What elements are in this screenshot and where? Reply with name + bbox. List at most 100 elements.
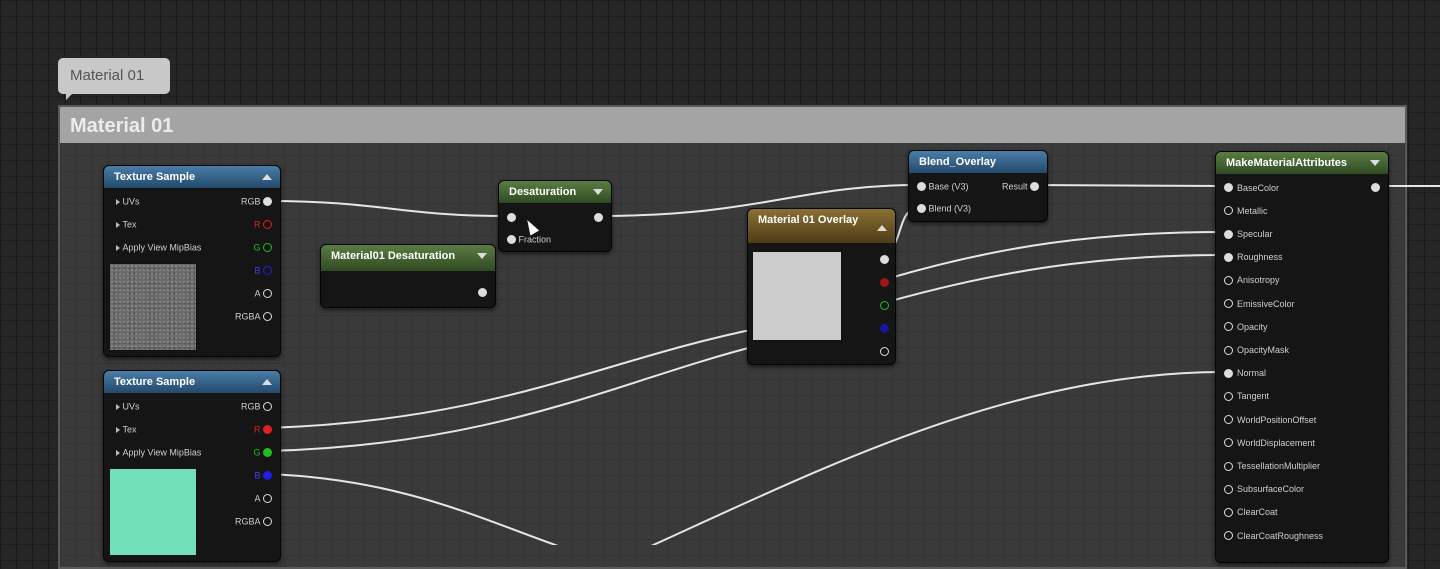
collapse-arrow-icon[interactable] [262, 379, 272, 385]
node-title: Texture Sample [114, 171, 196, 183]
pin-label: WorldPositionOffset [1237, 414, 1317, 425]
output-pin-g[interactable] [880, 298, 889, 312]
tooltip-text: Material 01 [70, 67, 145, 84]
blend-overlay-node[interactable]: Blend_Overlay Base (V3) Blend (V3) Resul… [908, 150, 1048, 222]
pin-label: Roughness [1237, 252, 1283, 263]
input-pin-blend[interactable]: Blend (V3) [917, 201, 971, 215]
collapse-arrow-icon[interactable] [1370, 160, 1380, 166]
input-pin-mma[interactable]: WorldPositionOffset [1224, 412, 1316, 426]
input-pin-mma[interactable]: Metallic [1224, 203, 1268, 217]
input-pin-mma[interactable]: SubsurfaceColor [1224, 482, 1304, 496]
collapse-arrow-icon[interactable] [877, 225, 887, 231]
pin-dot-icon [594, 213, 603, 223]
comment-title[interactable]: Material 01 [60, 107, 1405, 143]
output-pin-a[interactable]: A [254, 286, 272, 300]
node-header[interactable]: Material 01 Overlay [748, 209, 895, 243]
input-pin-mma[interactable]: ClearCoatRoughness [1224, 528, 1323, 542]
input-pin-mipbias[interactable]: Apply View MipBias [114, 445, 201, 459]
material01-overlay-node[interactable]: Material 01 Overlay [747, 208, 896, 365]
output-pin-r[interactable]: R [254, 422, 272, 436]
node-header[interactable]: Texture Sample [104, 371, 280, 393]
input-pin-uvs[interactable]: UVs [114, 194, 140, 208]
input-pin-mma[interactable]: ClearCoat [1224, 505, 1278, 519]
output-pin-rgb[interactable]: RGB [241, 194, 272, 208]
pin-dot-icon [263, 289, 272, 299]
input-pin-mma[interactable]: Opacity [1224, 319, 1268, 333]
output-pin-b[interactable] [880, 321, 889, 335]
input-pin-mipbias[interactable]: Apply View MipBias [114, 240, 201, 254]
pin-label: Anisotropy [1237, 275, 1280, 286]
node-header[interactable]: Desaturation [499, 181, 611, 203]
texture-preview [109, 468, 197, 556]
pin-dot-icon [263, 517, 272, 527]
pin-label: SubsurfaceColor [1237, 484, 1305, 495]
pin-dot-icon [917, 204, 926, 214]
pin-dot-icon [263, 312, 272, 322]
pin-label: ClearCoatRoughness [1237, 530, 1324, 541]
input-pin-uvs[interactable]: UVs [114, 399, 140, 413]
material01-desaturation-node[interactable]: Material01 Desaturation [320, 244, 496, 308]
output-pin-a[interactable] [880, 344, 889, 358]
collapse-arrow-icon[interactable] [262, 174, 272, 180]
input-pin-mma[interactable]: Specular [1224, 226, 1273, 240]
output-pin-g[interactable]: G [253, 240, 272, 254]
node-header[interactable]: Blend_Overlay [909, 151, 1047, 173]
collapse-arrow-icon[interactable] [593, 189, 603, 195]
make-material-attributes-node[interactable]: MakeMaterialAttributes BaseColor Metallic… [1215, 151, 1389, 563]
texture-sample-node-2[interactable]: Texture Sample UVs Tex Apply View MipBia… [103, 370, 281, 562]
input-pin-mma[interactable]: WorldDisplacement [1224, 435, 1315, 449]
output-pin-result[interactable]: Result [1002, 179, 1039, 193]
pin-dot-icon [1224, 252, 1233, 262]
input-pin-mma[interactable]: OpacityMask [1224, 342, 1289, 356]
output-pin[interactable] [1371, 180, 1380, 194]
output-pin-r[interactable] [880, 275, 889, 289]
input-pin-mma[interactable]: Anisotropy [1224, 273, 1280, 287]
node-header[interactable]: Texture Sample [104, 166, 280, 188]
overlay-preview [752, 251, 842, 341]
output-pin-b[interactable]: B [254, 263, 272, 277]
input-pin-tex[interactable]: Tex [114, 422, 137, 436]
pin-dot-icon [880, 278, 889, 288]
pin-label: BaseColor [1237, 182, 1280, 193]
node-header[interactable]: MakeMaterialAttributes [1216, 152, 1388, 174]
pin-dot-icon [507, 213, 516, 223]
pin-dot-icon [880, 301, 889, 311]
output-pin[interactable] [478, 285, 487, 299]
input-pin-tex[interactable]: Tex [114, 217, 137, 231]
input-pin-mma[interactable]: BaseColor [1224, 180, 1279, 194]
output-pin-b[interactable]: B [254, 468, 272, 482]
output-pin-g[interactable]: G [253, 445, 272, 459]
pin-arrow-icon [116, 244, 120, 251]
output-pin-rgba[interactable]: RGBA [235, 514, 272, 528]
node-title: Material01 Desaturation [331, 250, 456, 262]
desaturation-node[interactable]: Desaturation Fraction [498, 180, 612, 252]
pin-arrow-icon [116, 426, 120, 433]
node-header[interactable]: Material01 Desaturation [321, 245, 495, 271]
output-pin-rgb[interactable]: RGB [241, 399, 272, 413]
input-pin-mma[interactable]: Tangent [1224, 389, 1269, 403]
pin-label: B [254, 470, 261, 481]
pin-label: EmissiveColor [1237, 298, 1295, 309]
node-title: Desaturation [509, 186, 577, 198]
output-pin-rgba[interactable]: RGBA [235, 309, 272, 323]
collapse-arrow-icon[interactable] [477, 253, 487, 259]
pin-label: Normal [1237, 368, 1267, 379]
texture-preview [109, 263, 197, 351]
pin-dot-icon [1224, 438, 1233, 448]
pin-label: Base (V3) [928, 181, 969, 192]
output-pin-rgb[interactable] [880, 252, 889, 266]
pin-dot-icon [1224, 391, 1233, 401]
pin-label: Metallic [1237, 205, 1268, 216]
input-pin-mma[interactable]: EmissiveColor [1224, 296, 1295, 310]
input-pin-mma[interactable]: TessellationMultiplier [1224, 458, 1320, 472]
input-pin-value[interactable] [507, 210, 516, 224]
pin-label: R [253, 424, 261, 435]
input-pin-base[interactable]: Base (V3) [917, 179, 969, 193]
output-pin[interactable] [594, 210, 603, 224]
output-pin-r[interactable]: R [254, 217, 272, 231]
output-pin-a[interactable]: A [254, 491, 272, 505]
pin-arrow-icon [116, 198, 120, 205]
texture-sample-node-1[interactable]: Texture Sample UVs Tex Apply View MipBia… [103, 165, 281, 357]
input-pin-mma[interactable]: Normal [1224, 366, 1266, 380]
input-pin-mma[interactable]: Roughness [1224, 250, 1283, 264]
